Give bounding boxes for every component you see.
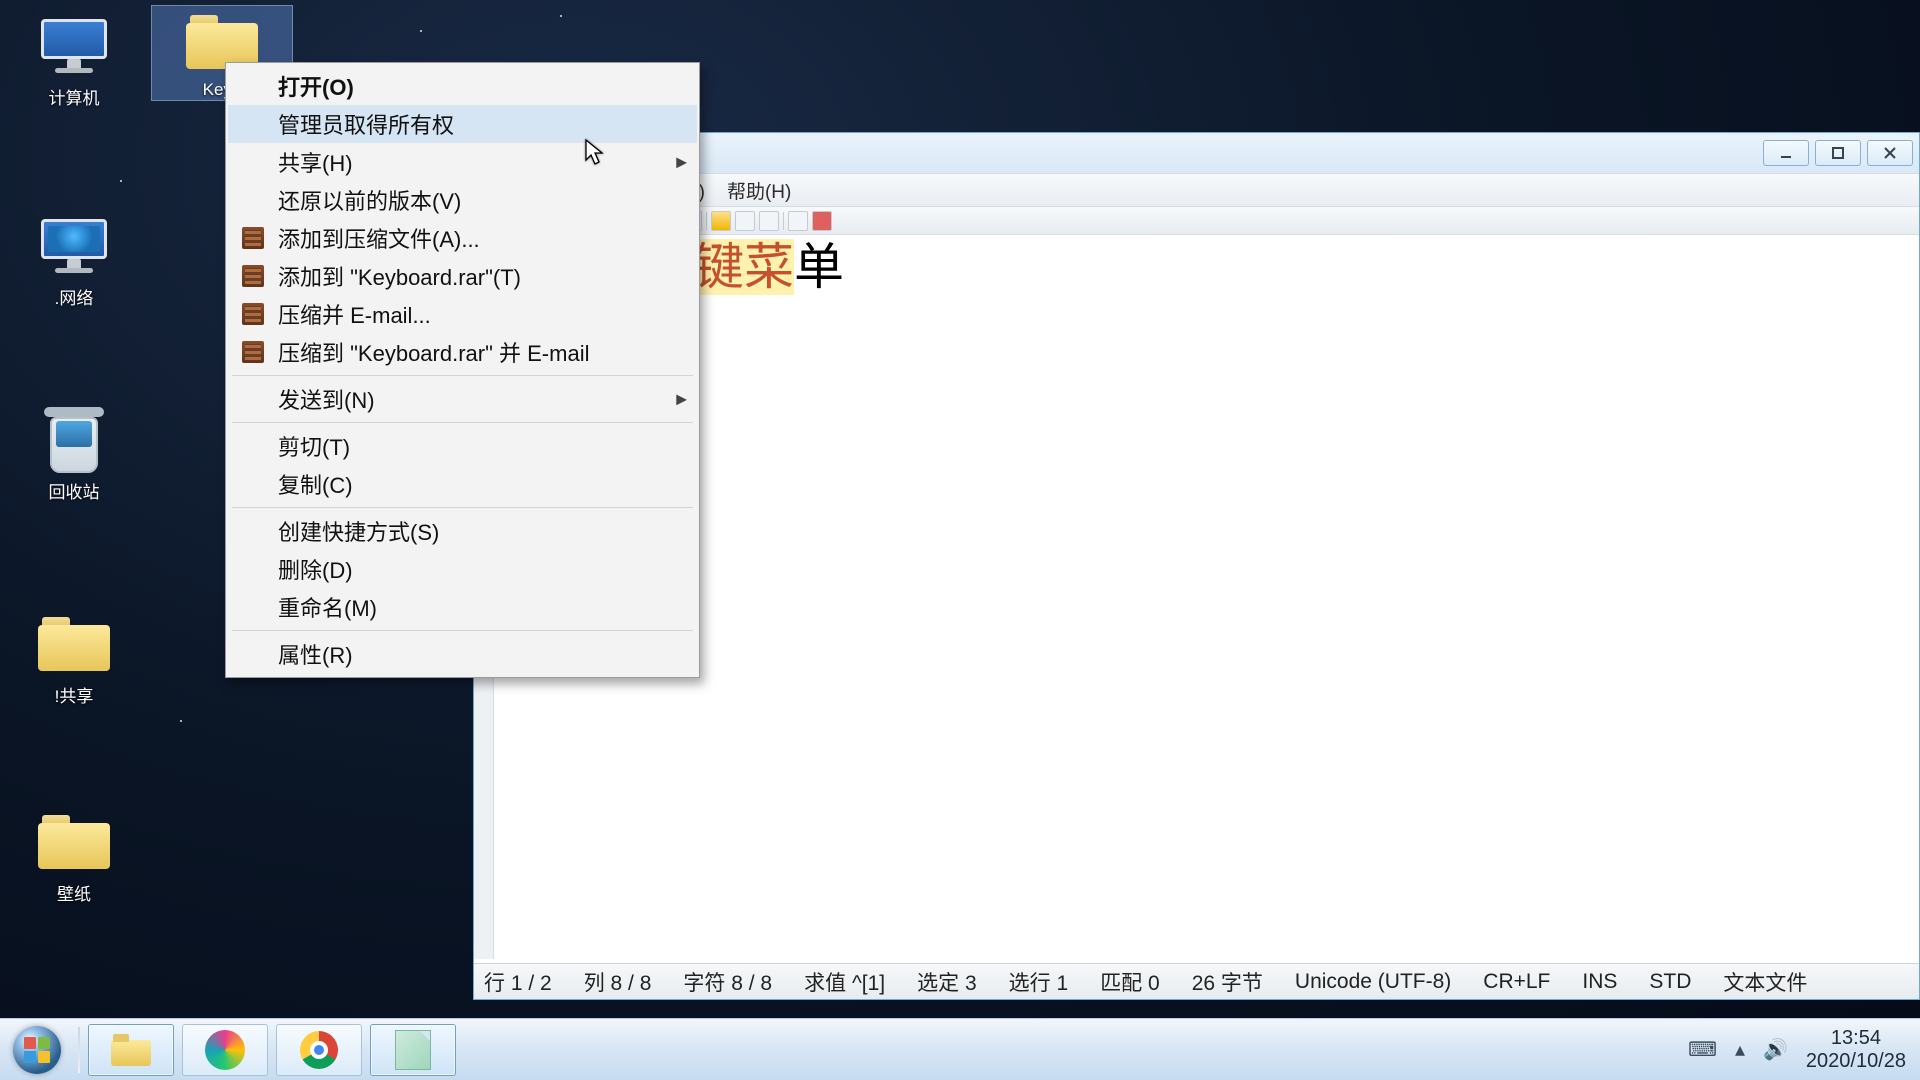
ctx-separator [232, 630, 693, 631]
desktop-icon-label: .网络 [24, 284, 124, 309]
desktop-icon-computer[interactable]: 计算机 [24, 10, 124, 109]
desktop-icon-label: 回收站 [24, 478, 124, 503]
ctx-separator [232, 375, 693, 376]
desktop-icon-share[interactable]: !共享 [24, 608, 124, 707]
desktop-icon-label: 计算机 [24, 84, 124, 109]
system-tray: ⌨ ▴ 🔊 13:54 2020/10/28 [1688, 1019, 1920, 1080]
ctx-cut[interactable]: 剪切(T) [228, 427, 697, 465]
toolbar-button[interactable] [735, 211, 755, 231]
toolbar-button[interactable] [788, 211, 808, 231]
start-button[interactable] [0, 1019, 74, 1080]
ctx-separator [232, 422, 693, 423]
submenu-arrow-icon: ▶ [676, 154, 687, 171]
ctx-open[interactable]: 打开(O) [228, 67, 697, 105]
explorer-icon [111, 1034, 151, 1066]
status-match: 匹配 0 [1100, 967, 1160, 997]
rar-icon [242, 265, 264, 287]
volume-icon[interactable]: 🔊 [1763, 1037, 1788, 1062]
editor-text: 单 [794, 239, 844, 295]
desktop[interactable]: 计算机 Keyb .网络 回收站 !共享 壁纸 ad3 （管理员权限） [0, 0, 1920, 1080]
context-menu: 打开(O) 管理员取得所有权 共享(H)▶ 还原以前的版本(V) 添加到压缩文件… [225, 62, 700, 678]
ctx-add-to-archive[interactable]: 添加到压缩文件(A)... [228, 219, 697, 257]
desktop-icon-recycle-bin[interactable]: 回收站 [24, 404, 124, 503]
ctx-properties[interactable]: 属性(R) [228, 635, 697, 673]
cursor-icon [585, 139, 607, 172]
windows-logo-icon [24, 1037, 50, 1063]
toolbar-separator [706, 212, 707, 230]
maximize-button[interactable] [1815, 140, 1861, 166]
clock-date: 2020/10/28 [1806, 1050, 1906, 1073]
clock[interactable]: 13:54 2020/10/28 [1806, 1027, 1906, 1073]
taskbar-browser1[interactable] [182, 1024, 268, 1076]
ctx-create-shortcut[interactable]: 创建快捷方式(S) [228, 512, 697, 550]
ctx-compress-email[interactable]: 压缩并 E-mail... [228, 295, 697, 333]
status-eol: CR+LF [1483, 970, 1550, 994]
network-icon [38, 210, 110, 282]
toolbar-button[interactable] [711, 211, 731, 231]
keyboard-icon[interactable]: ⌨ [1688, 1037, 1717, 1062]
status-eval: 求值 ^[1] [804, 967, 885, 997]
status-bytes: 26 字节 [1192, 967, 1263, 997]
chrome-icon [300, 1031, 338, 1069]
taskbar-explorer[interactable] [88, 1024, 174, 1076]
ctx-copy[interactable]: 复制(C) [228, 465, 697, 503]
statusbar: 行 1 / 2 列 8 / 8 字符 8 / 8 求值 ^[1] 选定 3 选行… [474, 963, 1919, 999]
status-std: STD [1649, 970, 1691, 994]
browser-icon [205, 1030, 245, 1070]
taskbar: ⌨ ▴ 🔊 13:54 2020/10/28 [0, 1018, 1920, 1080]
minimize-button[interactable] [1763, 140, 1809, 166]
status-sel: 选定 3 [917, 967, 977, 997]
tray-arrow-icon[interactable]: ▴ [1735, 1037, 1745, 1062]
toolbar-button[interactable] [759, 211, 779, 231]
taskbar-separator [78, 1027, 80, 1073]
ctx-restore-previous[interactable]: 还原以前的版本(V) [228, 181, 697, 219]
editor-area[interactable]: 攵文件右键菜单 [494, 235, 1919, 959]
notepad-icon [395, 1030, 431, 1070]
taskbar-chrome[interactable] [276, 1024, 362, 1076]
status-row: 行 1 / 2 [484, 967, 552, 997]
desktop-icon-wallpaper[interactable]: 壁纸 [24, 806, 124, 905]
close-button[interactable] [1867, 140, 1913, 166]
menu-help[interactable]: 帮助(H) [719, 174, 799, 207]
ctx-add-to-rar[interactable]: 添加到 "Keyboard.rar"(T) [228, 257, 697, 295]
submenu-arrow-icon: ▶ [676, 391, 687, 408]
status-selrow: 选行 1 [1009, 967, 1069, 997]
ctx-compress-rar-email[interactable]: 压缩到 "Keyboard.rar" 并 E-mail [228, 333, 697, 371]
status-col: 列 8 / 8 [584, 967, 652, 997]
ctx-share[interactable]: 共享(H)▶ [228, 143, 697, 181]
status-ins: INS [1582, 970, 1617, 994]
recycle-bin-icon [38, 404, 110, 476]
computer-icon [38, 10, 110, 82]
toolbar-button[interactable] [812, 211, 832, 231]
status-type: 文本文件 [1723, 967, 1807, 997]
toolbar-separator [783, 212, 784, 230]
ctx-rename[interactable]: 重命名(M) [228, 588, 697, 626]
taskbar-notepad[interactable] [370, 1024, 456, 1076]
rar-icon [242, 303, 264, 325]
ctx-delete[interactable]: 删除(D) [228, 550, 697, 588]
ctx-send-to[interactable]: 发送到(N)▶ [228, 380, 697, 418]
status-char: 字符 8 / 8 [683, 967, 772, 997]
ctx-separator [232, 507, 693, 508]
rar-icon [242, 227, 264, 249]
rar-icon [242, 341, 264, 363]
folder-icon [38, 608, 110, 680]
clock-time: 13:54 [1806, 1027, 1906, 1050]
desktop-icon-label: !共享 [24, 682, 124, 707]
folder-icon [38, 806, 110, 878]
status-enc: Unicode (UTF-8) [1295, 970, 1451, 994]
desktop-icon-network[interactable]: .网络 [24, 210, 124, 309]
ctx-admin-ownership[interactable]: 管理员取得所有权 [228, 105, 697, 143]
desktop-icon-label: 壁纸 [24, 880, 124, 905]
